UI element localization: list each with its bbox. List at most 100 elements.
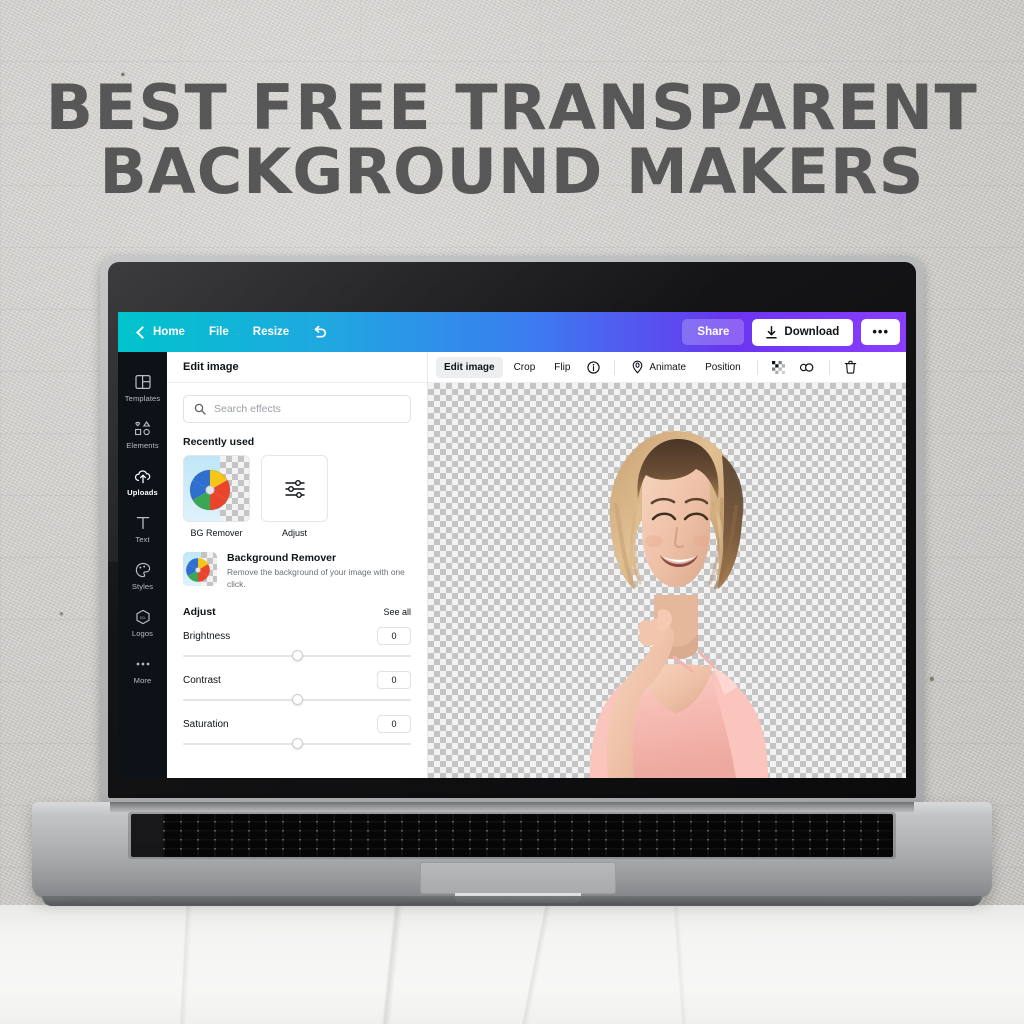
keyboard-keys: [131, 814, 893, 857]
slider-contrast-header: Contrast 0: [183, 671, 411, 689]
toolbar-flip-button[interactable]: Flip: [546, 357, 578, 378]
slider-contrast-track[interactable]: [183, 694, 411, 706]
undo-button[interactable]: [302, 319, 338, 345]
download-button[interactable]: Download: [752, 318, 854, 346]
search-icon: [194, 403, 206, 415]
share-button[interactable]: Share: [682, 319, 745, 345]
animate-icon: [633, 360, 643, 374]
toolbar-divider: [614, 359, 616, 375]
sidebar-item-logos-label: Logos: [131, 629, 154, 638]
base-underside: [42, 896, 982, 906]
recent-item-adjust[interactable]: Adjust: [261, 455, 328, 538]
duplicate-icon: [799, 362, 814, 372]
slider-brightness-track[interactable]: [183, 650, 411, 662]
toolbar-duplicate-button[interactable]: [794, 356, 821, 379]
sidebar-item-text-label: Text: [135, 535, 150, 544]
file-menu-button[interactable]: File: [198, 320, 240, 344]
recent-item-adjust-label: Adjust: [281, 528, 307, 538]
sidebar-item-elements[interactable]: Elements: [118, 411, 167, 458]
adjust-thumbnail: [261, 455, 328, 522]
home-button[interactable]: Home: [130, 320, 196, 344]
toolbar-info-button[interactable]: [581, 356, 606, 379]
home-button-label: Home: [153, 326, 185, 338]
slider-saturation[interactable]: Saturation 0: [183, 715, 411, 750]
sidebar-item-more[interactable]: More: [118, 646, 167, 693]
resize-button[interactable]: Resize: [242, 320, 300, 344]
undo-arrow-icon: [314, 325, 327, 338]
toolbar-animate-button[interactable]: Animate: [623, 355, 694, 379]
slider-saturation-label: Saturation: [183, 718, 229, 730]
slider-saturation-track[interactable]: [183, 738, 411, 750]
toolbar-edit-image-button[interactable]: Edit image: [436, 356, 503, 378]
recently-used-title: Recently used: [183, 436, 255, 448]
sidebar-item-more-label: More: [133, 676, 152, 685]
slider-brightness[interactable]: Brightness 0: [183, 627, 411, 662]
sliders-icon: [284, 479, 305, 498]
see-all-link[interactable]: See all: [383, 607, 411, 617]
slider-contrast-value[interactable]: 0: [377, 671, 411, 689]
adjust-section-title: Adjust: [183, 606, 216, 618]
top-bar-left-group: Home File Resize: [130, 319, 338, 345]
beach-ball-thumbnail: [183, 455, 250, 522]
toolbar-transparency-button[interactable]: [766, 356, 791, 379]
sidebar-item-styles[interactable]: Styles: [118, 552, 167, 599]
toolbar-divider: [828, 359, 830, 375]
templates-icon: [118, 373, 167, 390]
recently-used-list: BG Remover Adjust: [183, 455, 411, 538]
sidebar-item-templates-label: Templates: [124, 394, 161, 403]
slider-brightness-value[interactable]: 0: [377, 627, 411, 645]
left-nav-rail: Templates Elements Uploads Text Styles c…: [118, 352, 167, 778]
design-editor-app: Home File Resize Share Download ••• Temp…: [118, 312, 906, 778]
canvas-subject-image[interactable]: [546, 395, 806, 778]
top-bar-right-group: Share Download •••: [682, 318, 900, 346]
background-remover-title: Background Remover: [227, 552, 337, 564]
recent-item-bg-remover-label: BG Remover: [190, 528, 243, 538]
svg-text:co.: co.: [139, 615, 145, 620]
slider-brightness-header: Brightness 0: [183, 627, 411, 645]
slider-saturation-handle[interactable]: [291, 738, 303, 749]
panel-body: Search effects Recently used BG Remover …: [167, 383, 427, 750]
more-options-button[interactable]: •••: [861, 319, 900, 345]
trash-icon: [844, 360, 856, 374]
design-canvas[interactable]: [428, 383, 906, 778]
elements-icon: [118, 420, 167, 437]
sidebar-item-uploads[interactable]: Uploads: [118, 458, 167, 505]
adjust-section-header: Adjust See all: [183, 606, 411, 618]
search-input-placeholder: Search effects: [214, 403, 281, 415]
sidebar-item-text[interactable]: Text: [118, 505, 167, 552]
background-remover-feature[interactable]: Background Remover Remove the background…: [183, 552, 411, 590]
slider-brightness-label: Brightness: [183, 630, 231, 642]
background-remover-text: Background Remover Remove the background…: [227, 552, 411, 590]
recent-item-bg-remover[interactable]: BG Remover: [183, 455, 250, 538]
search-input[interactable]: Search effects: [183, 395, 411, 423]
toolbar-position-button[interactable]: Position: [697, 357, 749, 378]
slider-contrast[interactable]: Contrast 0: [183, 671, 411, 706]
sidebar-item-styles-label: Styles: [131, 582, 154, 591]
slider-saturation-value[interactable]: 0: [377, 715, 411, 733]
chevron-left-icon: [136, 325, 149, 339]
sidebar-item-templates[interactable]: Templates: [118, 364, 167, 411]
toolbar-delete-button[interactable]: [838, 355, 863, 379]
laptop-hinge: [110, 802, 914, 812]
upload-cloud-icon: [118, 467, 167, 484]
sidebar-item-elements-label: Elements: [126, 441, 159, 450]
canvas-toolbar: Edit image Crop Flip Animate Position: [428, 352, 906, 383]
trackpad: [420, 862, 616, 894]
sidebar-item-logos[interactable]: co. Logos: [118, 599, 167, 646]
download-icon: [766, 325, 778, 339]
slider-contrast-label: Contrast: [183, 674, 221, 686]
slider-contrast-handle[interactable]: [291, 694, 303, 705]
slider-saturation-header: Saturation 0: [183, 715, 411, 733]
toolbar-crop-button[interactable]: Crop: [506, 357, 544, 378]
text-icon: [118, 514, 167, 531]
info-icon: [587, 360, 601, 374]
toolbar-animate-label: Animate: [649, 361, 687, 373]
slider-brightness-handle[interactable]: [291, 650, 303, 661]
sidebar-item-uploads-label: Uploads: [127, 488, 158, 497]
toolbar-divider: [756, 359, 758, 375]
effects-side-panel: Edit image Search effects Recently used: [167, 352, 428, 778]
panel-title: Edit image: [167, 352, 427, 383]
logos-icon: co.: [118, 608, 167, 625]
background-remover-description: Remove the background of your image with…: [227, 567, 405, 589]
palette-icon: [118, 561, 167, 578]
